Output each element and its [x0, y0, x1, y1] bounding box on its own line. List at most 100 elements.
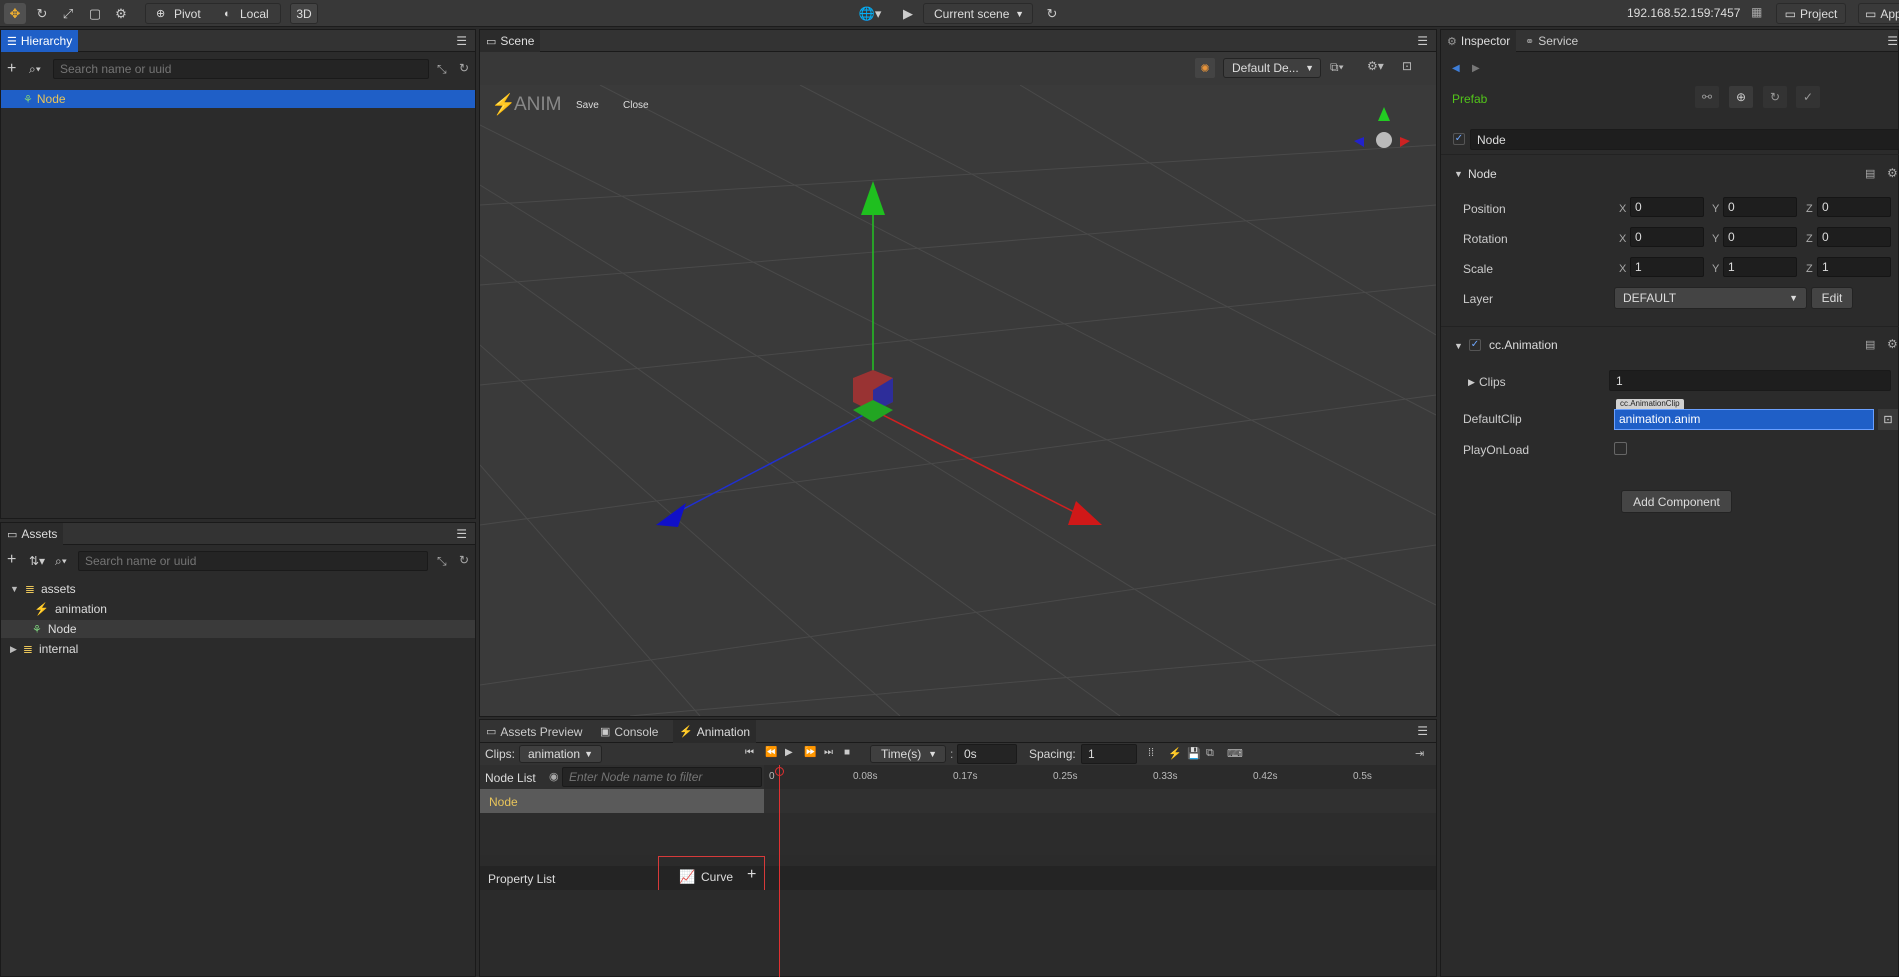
rotation-z-input[interactable]: [1817, 227, 1891, 247]
play-on-load-checkbox[interactable]: [1614, 442, 1627, 455]
add-icon[interactable]: +: [7, 551, 16, 569]
gizmo-icon[interactable]: ✺: [1195, 58, 1215, 78]
apply-icon[interactable]: ✓: [1796, 86, 1820, 108]
clip-select[interactable]: animation ▼: [519, 745, 602, 763]
playhead-line[interactable]: [779, 765, 780, 977]
jump-last-icon[interactable]: ⏭: [824, 747, 833, 758]
anim-close-button[interactable]: Close: [623, 100, 649, 111]
tree-item[interactable]: ⚘ Node: [1, 620, 475, 638]
rect-tool-icon[interactable]: ▢: [84, 3, 106, 24]
search-icon[interactable]: ⌕▾: [55, 554, 67, 569]
gear-icon[interactable]: ⚙: [1887, 337, 1898, 351]
exit-icon[interactable]: ⇥: [1415, 747, 1424, 760]
unlink-icon[interactable]: ⚯: [1695, 86, 1719, 108]
project-button[interactable]: ▭ Project: [1776, 3, 1846, 24]
play-icon[interactable]: ▶: [897, 3, 919, 24]
position-x-input[interactable]: [1630, 197, 1704, 217]
help-icon[interactable]: ▤: [1865, 167, 1875, 180]
scale-tool-icon[interactable]: ⤢: [57, 3, 79, 24]
collapse-icon[interactable]: ⤡: [437, 62, 447, 77]
node-row[interactable]: Node: [480, 789, 764, 813]
menu-icon[interactable]: ☰: [456, 34, 467, 48]
tree-item[interactable]: ▶ ≣ internal: [1, 640, 475, 658]
scale-z-input[interactable]: [1817, 257, 1891, 277]
layer-edit-button[interactable]: Edit: [1811, 287, 1853, 309]
menu-icon[interactable]: ☰: [1417, 724, 1428, 738]
refresh-icon[interactable]: ↻: [459, 553, 469, 567]
play-icon[interactable]: ▶: [785, 747, 793, 758]
tab-animation[interactable]: ⚡ Animation: [673, 720, 757, 743]
tab-inspector[interactable]: ⚙ Inspector: [1441, 30, 1517, 52]
collapse-icon[interactable]: ⤡: [437, 554, 447, 569]
add-property-icon[interactable]: +: [747, 866, 756, 884]
app-button[interactable]: ▭ App: [1858, 3, 1899, 24]
menu-icon[interactable]: ☰: [1887, 34, 1898, 48]
forward-icon[interactable]: ▶: [1472, 63, 1480, 74]
screenshot-icon[interactable]: ⊡: [1402, 59, 1412, 73]
node-active-checkbox[interactable]: ✓: [1453, 133, 1465, 145]
prev-frame-icon[interactable]: ⏪: [765, 747, 777, 758]
spacing-input[interactable]: [1081, 744, 1137, 764]
menu-icon[interactable]: ☰: [1417, 34, 1428, 48]
add-icon[interactable]: +: [7, 60, 16, 78]
time-input[interactable]: [957, 744, 1017, 764]
pivot-button[interactable]: Pivot: [174, 7, 201, 21]
move-tool-icon[interactable]: ✥: [4, 3, 26, 24]
add-component-button[interactable]: Add Component: [1621, 490, 1732, 513]
event-icon[interactable]: ⚡: [1168, 747, 1182, 760]
tab-console[interactable]: ▣ Console: [594, 720, 664, 743]
server-ip[interactable]: 192.168.52.159:7457: [1627, 6, 1740, 20]
tree-item[interactable]: ⚡ animation: [1, 600, 475, 618]
scene-select[interactable]: Current scene ▼: [923, 3, 1033, 24]
tab-assets-preview[interactable]: ▭ Assets Preview: [480, 720, 588, 743]
next-frame-icon[interactable]: ⏩: [804, 747, 816, 758]
caret-right-icon[interactable]: ▶: [1468, 377, 1475, 388]
tree-item[interactable]: ▼ ≣ assets: [1, 580, 475, 598]
caret-down-icon[interactable]: ▼: [1454, 169, 1463, 179]
gear-icon[interactable]: ⚙: [1887, 166, 1898, 180]
save-icon[interactable]: 💾: [1187, 747, 1201, 760]
tab-scene[interactable]: ▭ Scene: [480, 30, 541, 52]
tab-hierarchy[interactable]: ☰ Hierarchy: [1, 30, 79, 52]
node-name-input[interactable]: [1470, 129, 1899, 150]
rotate-tool-icon[interactable]: ↻: [31, 3, 53, 24]
scale-x-input[interactable]: [1630, 257, 1704, 277]
eye-icon[interactable]: ◉: [549, 770, 559, 783]
refresh-icon[interactable]: ↻: [1041, 3, 1063, 24]
node-section-title[interactable]: Node: [1468, 167, 1497, 181]
sort-icon[interactable]: ⇅▾: [29, 554, 45, 568]
hierarchy-search-input[interactable]: [53, 59, 429, 79]
keyboard-icon[interactable]: ⌨: [1227, 747, 1243, 760]
revert-icon[interactable]: ↻: [1763, 86, 1787, 108]
menu-icon[interactable]: ☰: [456, 527, 467, 541]
scene-viewport[interactable]: [480, 85, 1436, 716]
anim-save-button[interactable]: Save: [576, 100, 599, 111]
3d-toggle-button[interactable]: 3D: [290, 3, 318, 24]
caret-down-icon[interactable]: ▼: [1454, 341, 1463, 351]
gear-icon[interactable]: ⚙▾: [1367, 59, 1384, 73]
animation-enabled-checkbox[interactable]: ✓: [1469, 339, 1481, 351]
position-z-input[interactable]: [1817, 197, 1891, 217]
position-y-input[interactable]: [1723, 197, 1797, 217]
assets-search-input[interactable]: [78, 551, 428, 571]
rotation-y-input[interactable]: [1723, 227, 1797, 247]
grid-icon[interactable]: ⁞⁞: [1148, 747, 1154, 759]
layers-icon[interactable]: ⧉▾: [1330, 60, 1344, 75]
rotation-x-input[interactable]: [1630, 227, 1704, 247]
scale-y-input[interactable]: [1723, 257, 1797, 277]
camera-select[interactable]: Default De... ▼: [1223, 58, 1321, 78]
default-clip-field[interactable]: animation.anim: [1614, 409, 1874, 430]
asset-picker-icon[interactable]: ⊡: [1878, 409, 1898, 430]
tree-item[interactable]: ⚘ Node: [1, 90, 475, 108]
local-button[interactable]: Local: [240, 7, 269, 21]
back-icon[interactable]: ◀: [1452, 63, 1460, 74]
transform-tool-icon[interactable]: ⚙: [110, 3, 132, 24]
search-icon[interactable]: ⌕▾: [29, 62, 41, 77]
animation-component-title[interactable]: cc.Animation: [1489, 338, 1558, 352]
qr-icon[interactable]: ▦: [1751, 5, 1762, 19]
jump-first-icon[interactable]: ⏮: [745, 747, 754, 758]
globe-icon[interactable]: 🌐▾: [855, 3, 885, 24]
time-mode-select[interactable]: Time(s) ▼: [870, 745, 946, 763]
tab-assets[interactable]: ▭ Assets: [1, 523, 64, 545]
layer-select[interactable]: DEFAULT ▼: [1614, 287, 1807, 309]
